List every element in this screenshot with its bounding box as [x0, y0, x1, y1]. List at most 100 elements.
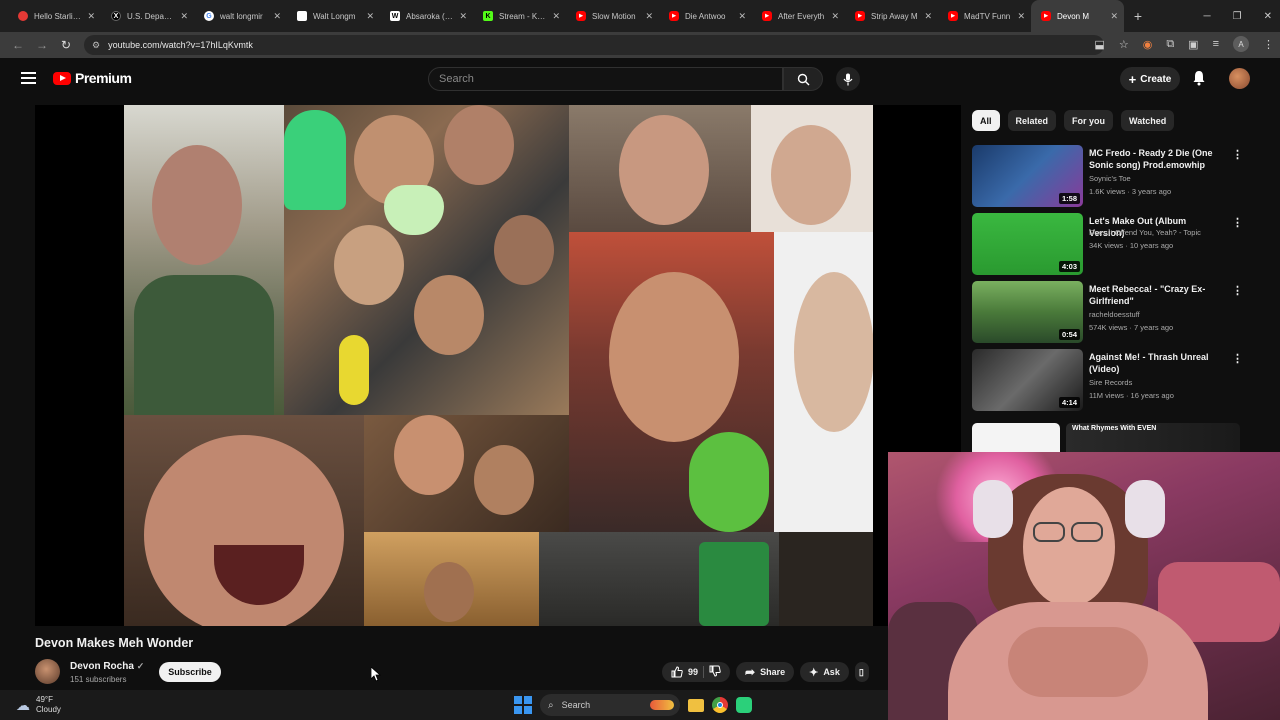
tab-favicon-icon: K	[483, 11, 493, 21]
tab-favicon-icon: ▶	[669, 11, 679, 21]
channel-avatar[interactable]	[35, 659, 60, 684]
windows-taskbar: ☁ 49°F Cloudy ⌕ Search	[0, 690, 888, 720]
tab-close-icon[interactable]: ✕	[459, 11, 467, 22]
like-button[interactable]: 99	[671, 666, 698, 678]
taskbar-search[interactable]: ⌕ Search	[540, 694, 680, 716]
app-icon-green[interactable]	[736, 697, 752, 713]
subscribe-button[interactable]: Subscribe	[159, 662, 221, 682]
tab-favicon-icon: ▶	[948, 11, 958, 21]
video-player[interactable]	[35, 105, 961, 626]
browser-tab[interactable]: K Stream - Kick ✕	[473, 0, 566, 32]
recommendation-thumbnail[interactable]: 1:58	[972, 145, 1083, 207]
browser-tab[interactable]: X U.S. Departm ✕	[101, 0, 194, 32]
recommendation-channel[interactable]: racheldoesstuff	[1089, 310, 1140, 319]
minimize-icon[interactable]: ─	[1204, 11, 1211, 22]
thumbs-down-icon	[709, 665, 721, 677]
browser-tab[interactable]: Hello Starling ✕	[8, 0, 101, 32]
save-button-partial[interactable]: ▯	[854, 662, 869, 682]
ask-button[interactable]: ✦ Ask	[800, 662, 849, 682]
reload-icon[interactable]: ↻	[54, 38, 78, 52]
tab-favicon-icon: ▶	[762, 11, 772, 21]
filter-chip[interactable]: All	[972, 110, 1000, 131]
more-options-icon[interactable]: ⋮	[1232, 148, 1243, 161]
windows-start-icon[interactable]	[514, 696, 532, 714]
duration-badge: 0:54	[1058, 329, 1080, 340]
account-avatar[interactable]	[1229, 68, 1250, 89]
browser-tab[interactable]: ▶ Devon M ✕	[1031, 0, 1124, 32]
dislike-button[interactable]	[709, 665, 721, 679]
share-label: Share	[760, 667, 786, 677]
profile-icon[interactable]: A	[1233, 36, 1249, 52]
site-info-icon[interactable]: ⚙	[92, 40, 100, 51]
tab-close-icon[interactable]: ✕	[1110, 11, 1118, 22]
recommendation-title[interactable]: Meet Rebecca! - "Crazy Ex-Girlfriend"	[1089, 283, 1219, 307]
taskbar-search-icon: ⌕	[548, 699, 554, 711]
channel-name[interactable]: Devon Rocha ✓	[70, 661, 144, 672]
extension-icon[interactable]: ◉	[1143, 38, 1153, 51]
tab-close-icon[interactable]: ✕	[645, 11, 653, 22]
tab-title: Slow Motion	[592, 11, 636, 21]
webcam-overlay	[888, 452, 1280, 720]
filter-chip[interactable]: Watched	[1121, 110, 1175, 131]
voice-search-button[interactable]	[836, 67, 860, 91]
browser-tab[interactable]: ▶ MadTV Funn ✕	[938, 0, 1031, 32]
browser-tab[interactable]: Gwalt longmir ✕	[194, 0, 287, 32]
browser-tab[interactable]: ▶ After Everyth ✕	[752, 0, 845, 32]
tab-close-icon[interactable]: ✕	[87, 11, 95, 22]
tab-close-icon[interactable]: ✕	[180, 11, 188, 22]
recommendation-item[interactable]: 4:14 Against Me! - Thrash Unreal (Video) S…	[972, 349, 1243, 411]
notifications-button[interactable]	[1192, 70, 1206, 91]
create-button[interactable]: + Create	[1120, 67, 1180, 91]
recommendation-thumbnail[interactable]: 4:14	[972, 349, 1083, 411]
recommendation-title[interactable]: MC Fredo - Ready 2 Die (One Sonic song) …	[1089, 147, 1219, 171]
install-icon[interactable]: ⬓	[1094, 38, 1104, 51]
hamburger-menu-icon[interactable]	[21, 72, 36, 84]
chrome-menu-icon[interactable]: ⋮	[1263, 38, 1274, 51]
media-icon[interactable]: ≡	[1213, 38, 1219, 50]
recommendation-channel[interactable]: Does It Offend You, Yeah? - Topic	[1089, 228, 1201, 237]
more-options-icon[interactable]: ⋮	[1232, 284, 1243, 297]
recommendation-thumbnail[interactable]: 0:54	[972, 281, 1083, 343]
search-input[interactable]: Search	[428, 67, 783, 91]
new-tab-button[interactable]: +	[1124, 8, 1152, 24]
close-window-icon[interactable]: ✕	[1264, 11, 1272, 22]
tab-close-icon[interactable]: ✕	[1017, 11, 1025, 22]
browser-tab[interactable]: W Absaroka (pe ✕	[380, 0, 473, 32]
back-icon[interactable]: ←	[6, 38, 30, 52]
more-options-icon[interactable]: ⋮	[1232, 352, 1243, 365]
recommendation-item[interactable]: 1:58 MC Fredo - Ready 2 Die (One Sonic so…	[972, 145, 1243, 207]
maximize-icon[interactable]: ❐	[1233, 11, 1242, 22]
tab-close-icon[interactable]: ✕	[366, 11, 374, 22]
recommendation-item[interactable]: 4:03 Let's Make Out (Album Version) Does I…	[972, 213, 1243, 275]
browser-tab[interactable]: ▶ Slow Motion ✕	[566, 0, 659, 32]
weather-widget[interactable]: ☁ 49°F Cloudy	[16, 695, 61, 715]
search-button[interactable]	[783, 67, 823, 91]
partial-recommendation[interactable]: What Rhymes With EVEN	[972, 423, 1240, 453]
tab-favicon-icon: ▶	[576, 11, 586, 21]
chrome-icon[interactable]	[712, 697, 728, 713]
tab-close-icon[interactable]: ✕	[552, 11, 560, 22]
share-button[interactable]: ➦ Share	[736, 662, 795, 682]
tab-close-icon[interactable]: ✕	[831, 11, 839, 22]
bookmark-star-icon[interactable]: ☆	[1119, 38, 1129, 51]
tab-close-icon[interactable]: ✕	[738, 11, 746, 22]
browser-tab[interactable]: ▶ Die Antwoo ✕	[659, 0, 752, 32]
recommendation-item[interactable]: 0:54 Meet Rebecca! - "Crazy Ex-Girlfriend…	[972, 281, 1243, 343]
file-explorer-icon[interactable]	[688, 698, 704, 712]
recommendation-thumbnail[interactable]: 4:03	[972, 213, 1083, 275]
tab-close-icon[interactable]: ✕	[273, 11, 281, 22]
filter-chip[interactable]: Related	[1007, 110, 1057, 131]
recommendation-title[interactable]: Against Me! - Thrash Unreal (Video)	[1089, 351, 1219, 375]
more-options-icon[interactable]: ⋮	[1232, 216, 1243, 229]
forward-icon[interactable]: →	[30, 38, 54, 52]
browser-tab[interactable]: Walt Longm ✕	[287, 0, 380, 32]
filter-chip[interactable]: For you	[1064, 110, 1114, 131]
recommendation-channel[interactable]: Sire Records	[1089, 378, 1132, 387]
puzzle-icon[interactable]: ⧉	[1166, 38, 1174, 51]
recommendation-channel[interactable]: Soynic's Toe	[1089, 174, 1131, 183]
browser-tab[interactable]: ▶ Strip Away M ✕	[845, 0, 938, 32]
address-bar[interactable]: ⚙ youtube.com/watch?v=17hILqKvmtk	[84, 35, 1104, 55]
tab-close-icon[interactable]: ✕	[924, 11, 932, 22]
youtube-logo[interactable]: Premium	[53, 70, 132, 86]
side-panel-icon[interactable]: ▣	[1188, 38, 1198, 51]
